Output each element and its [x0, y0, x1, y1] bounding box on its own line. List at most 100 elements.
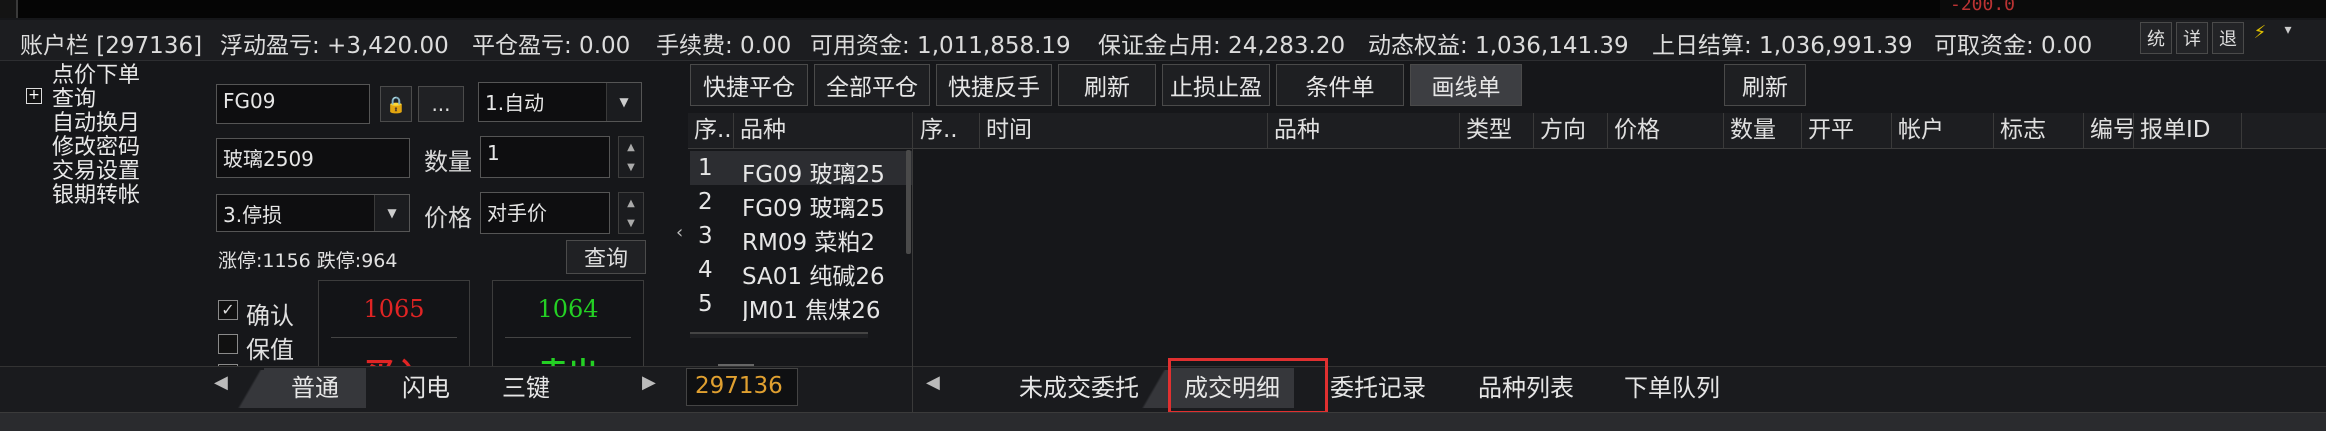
product-seq: 2	[698, 189, 713, 215]
product-name: SA01 纯碱26	[742, 264, 885, 287]
product-row[interactable]: 3 RM09 菜粕2	[690, 219, 912, 253]
tab-pending-orders[interactable]: 未成交委托	[1004, 368, 1154, 408]
qty-input[interactable]: 1	[480, 136, 610, 178]
product-row[interactable]: 5 JM01 焦煤26	[690, 287, 912, 321]
top-strip-left	[0, 0, 18, 18]
col-price[interactable]: 价格	[1608, 113, 1724, 148]
tab-normal[interactable]: 普通	[264, 368, 366, 408]
menu-item-query[interactable]: 查询	[20, 88, 200, 112]
col-account[interactable]: 帐户	[1892, 113, 1994, 148]
account-number-field[interactable]: 297136	[686, 368, 798, 406]
lock-icon[interactable]: 🔒	[380, 86, 412, 122]
chevron-down-icon[interactable]: ▼	[374, 195, 409, 231]
close-all-button[interactable]: 全部平仓	[814, 64, 930, 106]
buy-box[interactable]: 1065 买入	[318, 280, 470, 368]
col-number[interactable]: 编号	[2084, 113, 2134, 148]
col-trade-product[interactable]: 品种	[1268, 113, 1460, 148]
mode-value: 1.自动	[485, 91, 545, 115]
tab-product-list[interactable]: 品种列表	[1466, 368, 1586, 408]
product-name: FG09 玻璃25	[742, 162, 885, 185]
account-bar: 账户栏 [297136] 浮动盈亏: +3,420.00 平仓盈亏: 0.00 …	[0, 20, 2326, 61]
col-quantity[interactable]: 数量	[1724, 113, 1802, 148]
col-seq[interactable]: 序..	[688, 113, 734, 148]
product-row[interactable]: 2 FG09 玻璃25	[690, 185, 912, 219]
col-direction[interactable]: 方向	[1534, 113, 1608, 148]
stop-profit-button[interactable]: 止损止盈	[1162, 64, 1270, 106]
menu-item-trade-settings[interactable]: 交易设置	[20, 160, 200, 184]
price-stepper[interactable]: ▲ ▼	[618, 192, 644, 234]
order-type-value: 3.停损	[223, 203, 283, 227]
product-name-input[interactable]: 玻璃2509	[216, 138, 410, 178]
top-strip: -200.0	[0, 0, 2326, 18]
product-scrollbar[interactable]	[906, 150, 911, 254]
quick-reverse-button[interactable]: 快捷反手	[936, 64, 1052, 106]
withdrawable-funds: 可取资金: 0.00	[1934, 33, 2093, 59]
stats-button[interactable]: 统	[2140, 22, 2172, 54]
contract-input[interactable]: FG09	[216, 84, 370, 124]
order-tabs-left-arrow-icon[interactable]: ◀	[926, 372, 940, 393]
menu-item-auto-rollover[interactable]: 自动换月	[20, 112, 200, 136]
top-fragment: -200.0	[1950, 0, 2016, 15]
available-funds: 可用资金: 1,011,858.19	[810, 33, 1071, 59]
refresh-trades-button[interactable]: 刷新	[1724, 64, 1806, 106]
collapse-left-icon[interactable]: ‹	[676, 222, 683, 243]
conditional-order-button[interactable]: 条件单	[1276, 64, 1404, 106]
col-type[interactable]: 类型	[1460, 113, 1534, 148]
product-list-border	[912, 112, 913, 368]
tab-lightning[interactable]: 闪电	[378, 368, 474, 408]
product-row[interactable]: 1 FG09 玻璃25	[690, 151, 912, 185]
exit-button[interactable]: 退	[2212, 22, 2244, 54]
confirm-label: 确认	[246, 302, 294, 330]
more-button[interactable]: ...	[418, 86, 464, 122]
order-type-select[interactable]: 3.停损 ▼	[216, 194, 410, 232]
tabs-left-arrow-icon[interactable]: ◀	[214, 372, 228, 393]
tab-order-records[interactable]: 委托记录	[1328, 368, 1428, 408]
menu-item-point-order[interactable]: 点价下单	[20, 64, 200, 88]
menu-item-bank-transfer[interactable]: 银期转帐	[20, 184, 200, 208]
tabs-right-arrow-icon[interactable]: ▶	[642, 372, 656, 393]
fee: 手续费: 0.00	[656, 33, 792, 59]
account-number: 297136	[695, 373, 783, 399]
product-seq: 1	[698, 155, 713, 181]
price-input[interactable]: 对手价	[480, 192, 610, 234]
col-order-id[interactable]: 报单ID	[2134, 113, 2242, 148]
product-name: JM01 焦煤26	[742, 298, 881, 321]
confirm-checkbox[interactable]: ✓	[218, 300, 238, 320]
hedge-label: 保值	[246, 336, 294, 364]
quick-close-button[interactable]: 快捷平仓	[690, 64, 808, 106]
margin-used: 保证金占用: 24,283.20	[1098, 33, 1346, 59]
col-flag[interactable]: 标志	[1994, 113, 2084, 148]
tab-order-queue[interactable]: 下单队列	[1612, 368, 1732, 408]
tab-three-key[interactable]: 三键	[482, 368, 570, 408]
sell-price: 1064	[537, 295, 599, 323]
tab-slant	[236, 370, 266, 408]
qty-stepper[interactable]: ▲ ▼	[618, 136, 644, 178]
menu-item-change-password[interactable]: 修改密码	[20, 136, 200, 160]
refresh-button[interactable]: 刷新	[1058, 64, 1156, 106]
mode-select[interactable]: 1.自动 ▼	[478, 82, 642, 122]
hedge-checkbox[interactable]	[218, 334, 238, 354]
detail-button[interactable]: 详	[2176, 22, 2208, 54]
draw-line-order-button[interactable]: 画线单	[1410, 64, 1522, 106]
dropdown-arrow-icon[interactable]: ▾	[2276, 22, 2300, 54]
col-trade-seq[interactable]: 序..	[914, 113, 980, 148]
col-time[interactable]: 时间	[980, 113, 1268, 148]
sell-divider	[505, 337, 631, 338]
product-list-header: 序.. 品种	[688, 113, 914, 149]
query-button[interactable]: 查询	[566, 240, 646, 274]
buy-price: 1065	[363, 295, 425, 323]
col-product[interactable]: 品种	[734, 113, 914, 148]
qty-label: 数量	[424, 148, 472, 176]
left-menu: 点价下单 查询 自动换月 修改密码 交易设置 银期转帐	[20, 64, 200, 208]
col-open-close[interactable]: 开平	[1802, 113, 1892, 148]
dynamic-equity: 动态权益: 1,036,141.39	[1368, 33, 1629, 59]
chevron-down-icon[interactable]: ▼	[606, 83, 641, 121]
product-row[interactable]: 4 SA01 纯碱26	[690, 253, 912, 287]
product-seq: 5	[698, 291, 713, 317]
product-seq: 3	[698, 223, 713, 249]
prev-settlement: 上日结算: 1,036,991.39	[1652, 33, 1913, 59]
sell-box[interactable]: 1064 卖出	[492, 280, 644, 368]
account-buttons: 统 详 退 ⚡ ▾	[2140, 22, 2300, 54]
price-label: 价格	[424, 204, 472, 232]
lightning-icon[interactable]: ⚡	[2248, 22, 2272, 54]
